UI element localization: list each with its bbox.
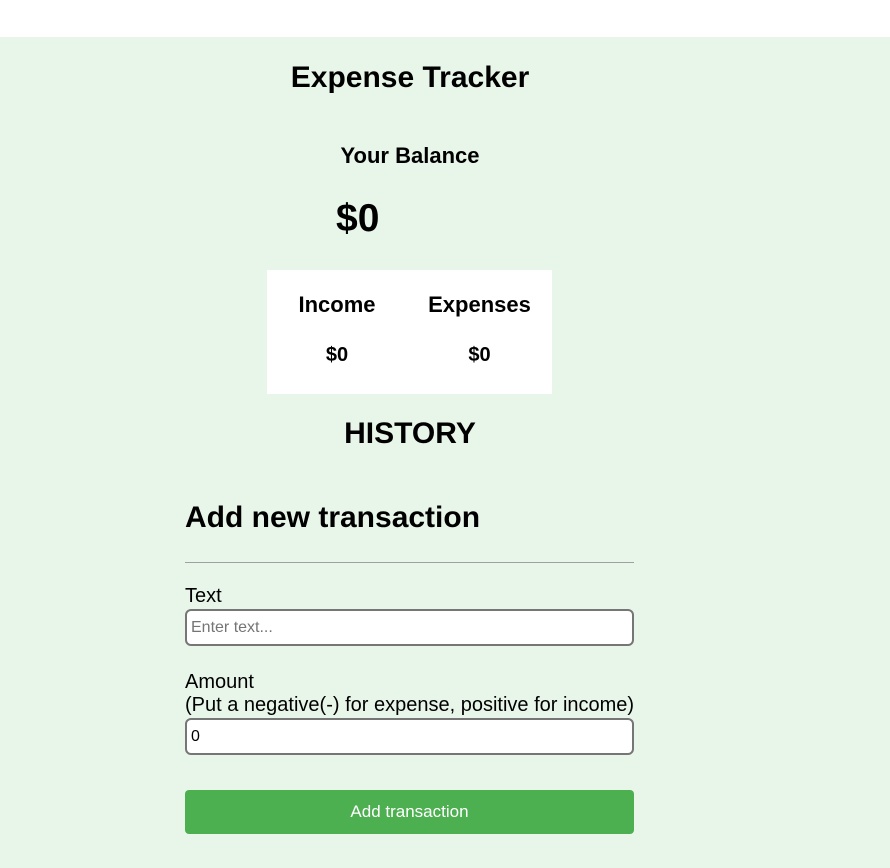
history-title: HISTORY [344,417,476,450]
app-title: Expense Tracker [290,61,530,94]
add-transaction-title: Add new transaction [185,501,481,534]
income-label: Income [298,292,376,317]
balance-label: Your Balance [340,143,480,168]
income-panel: Income $0 [267,270,407,394]
expense-label: Expenses [428,292,531,317]
text-input[interactable] [185,609,634,646]
amount-hint: (Put a negative(-) for expense, positive… [185,694,635,716]
amount-field-label: Amount [185,671,254,693]
add-transaction-button[interactable]: Add transaction [185,790,634,834]
section-divider [185,562,634,563]
amount-input[interactable] [185,718,634,755]
expense-panel: Expenses $0 [407,270,552,394]
balance-value: $0 [336,197,380,240]
expense-value: $0 [468,344,491,366]
text-field-label: Text [185,585,222,607]
income-expense-summary: Income $0 Expenses $0 [267,270,552,394]
expense-tracker-app: Expense Tracker Your Balance $0 Income $… [0,37,890,868]
income-value: $0 [325,344,349,366]
